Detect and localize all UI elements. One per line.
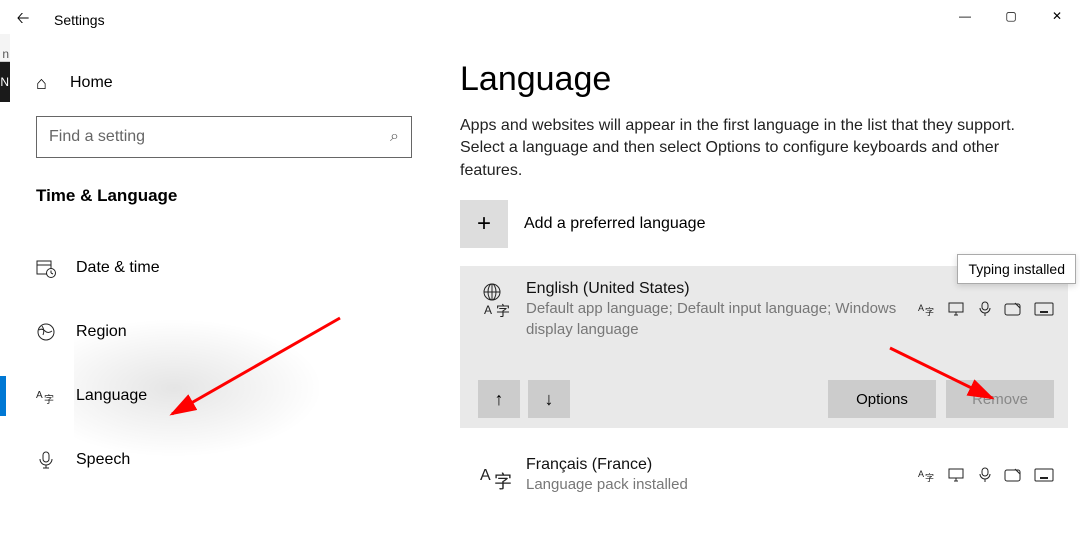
globe-icon — [36, 322, 76, 342]
external-crop: n N — [0, 34, 10, 134]
home-label: Home — [70, 74, 113, 92]
search-icon: ⌕ — [390, 128, 399, 146]
nav-label: Date & time — [76, 259, 160, 277]
display-icon — [948, 467, 966, 487]
page-title: Language — [460, 60, 1068, 99]
text-to-speech-icon: A字 — [918, 467, 936, 487]
nav-label: Speech — [76, 451, 130, 469]
svg-text:A: A — [918, 469, 924, 479]
display-icon — [948, 301, 966, 321]
search-placeholder: Find a setting — [49, 128, 145, 146]
nav: Date & time Region A字 Language Speech — [14, 236, 430, 492]
handwriting-icon — [1004, 301, 1022, 321]
move-down-button[interactable]: ↓ — [528, 380, 570, 418]
move-up-button[interactable]: ↑ — [478, 380, 520, 418]
feature-icons: A字 — [918, 456, 1054, 495]
language-subtitle: Language pack installed — [526, 474, 918, 495]
sidebar-item-date-time[interactable]: Date & time — [14, 236, 430, 300]
language-name: English (United States) — [526, 280, 918, 298]
speech-icon — [978, 301, 992, 321]
sidebar-item-home[interactable]: ⌂ Home — [14, 60, 430, 106]
maximize-button[interactable]: ▢ — [988, 0, 1034, 32]
language-icon: A字 — [36, 386, 76, 406]
text-to-speech-icon: A字 — [918, 301, 936, 321]
nav-label: Language — [76, 387, 147, 405]
nav-label: Region — [76, 323, 127, 341]
section-title: Time & Language — [14, 168, 430, 216]
svg-text:字: 字 — [925, 472, 934, 483]
options-button[interactable]: Options — [828, 380, 936, 418]
speech-icon — [978, 467, 992, 487]
minimize-button[interactable]: — — [942, 0, 988, 32]
add-language-label: Add a preferred language — [524, 215, 705, 233]
remove-button[interactable]: Remove — [946, 380, 1054, 418]
language-name: Français (France) — [526, 456, 918, 474]
feature-icons: A字 — [918, 280, 1054, 340]
svg-text:A: A — [480, 467, 491, 484]
main-content: Language Apps and websites will appear i… — [460, 60, 1068, 519]
svg-text:A: A — [36, 390, 43, 401]
sidebar-item-language[interactable]: A字 Language — [14, 364, 430, 428]
language-glyph-icon: A字 — [478, 280, 526, 340]
keyboard-icon — [1034, 468, 1054, 486]
page-description: Apps and websites will appear in the fir… — [460, 115, 1060, 182]
language-item-french[interactable]: A字 Français (France) Language pack insta… — [460, 442, 1068, 505]
language-glyph-icon: A字 — [478, 456, 526, 495]
tooltip-typing-installed: Typing installed — [957, 254, 1076, 284]
microphone-icon — [36, 450, 76, 470]
add-language-row[interactable]: + Add a preferred language — [460, 200, 1068, 248]
svg-text:A: A — [918, 303, 924, 313]
search-input[interactable]: Find a setting ⌕ — [36, 116, 412, 158]
sidebar-item-speech[interactable]: Speech — [14, 428, 430, 492]
svg-text:字: 字 — [925, 306, 934, 317]
language-subtitle: Default app language; Default input lang… — [526, 298, 918, 340]
svg-text:字: 字 — [44, 393, 54, 406]
sidebar-item-region[interactable]: Region — [14, 300, 430, 364]
plus-icon[interactable]: + — [460, 200, 508, 248]
close-button[interactable]: ✕ — [1034, 0, 1080, 32]
home-icon: ⌂ — [36, 73, 70, 94]
language-item-english[interactable]: A字 English (United States) Default app l… — [460, 266, 1068, 428]
calendar-clock-icon — [36, 258, 76, 278]
handwriting-icon — [1004, 467, 1022, 487]
svg-text:字: 字 — [494, 472, 512, 492]
svg-text:A: A — [484, 303, 492, 317]
window-controls: — ▢ ✕ — [942, 0, 1080, 32]
sidebar: ⌂ Home Find a setting ⌕ Time & Language … — [14, 0, 430, 492]
keyboard-icon — [1034, 302, 1054, 320]
svg-text:字: 字 — [496, 303, 510, 318]
